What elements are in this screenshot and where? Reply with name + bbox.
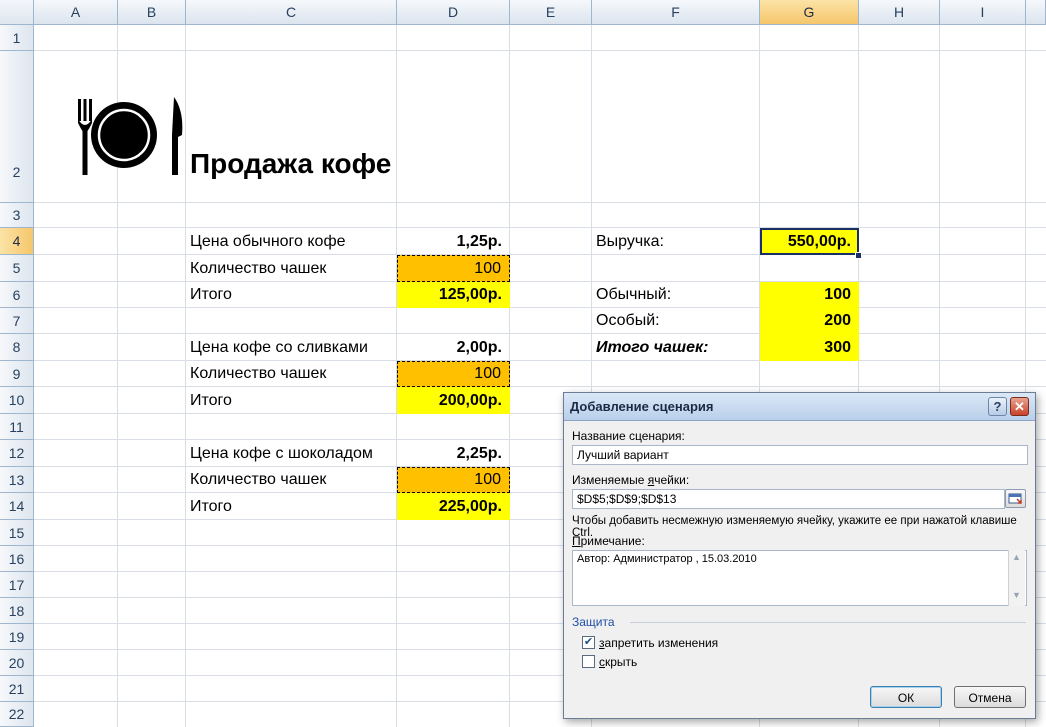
cell-c8[interactable]: Цена кофе со сливками xyxy=(186,334,397,361)
ok-button[interactable]: ОК xyxy=(870,686,942,708)
row-header-3[interactable]: 3 xyxy=(0,203,34,228)
cell-d10[interactable]: 200,00р. xyxy=(397,387,510,414)
cell-d6[interactable]: 125,00р. xyxy=(397,282,510,308)
row-header-22[interactable]: 22 xyxy=(0,702,34,727)
comment-scrollbar[interactable]: ▲ ▼ xyxy=(1008,550,1025,606)
cell-f6[interactable]: Обычный: xyxy=(592,282,760,308)
row-header-9[interactable]: 9 xyxy=(0,361,34,387)
cell-g4-active[interactable]: 550,00р. xyxy=(760,228,859,255)
checkmark-icon: ✔ xyxy=(583,636,594,648)
row-header-12[interactable]: 12 xyxy=(0,440,34,467)
dialog-title: Добавление сценария xyxy=(570,399,714,414)
row-header-4[interactable]: 4 xyxy=(0,228,34,255)
cell-d4[interactable]: 1,25р. xyxy=(397,228,510,255)
cell-d13[interactable]: 100 xyxy=(397,467,510,493)
row-header-2[interactable]: 2 xyxy=(0,51,34,203)
column-header-c[interactable]: C xyxy=(186,0,397,25)
column-header-d[interactable]: D xyxy=(397,0,510,25)
cell-d5[interactable]: 100 xyxy=(397,255,510,282)
cell-c10[interactable]: Итого xyxy=(186,387,397,414)
cell-d8[interactable]: 2,00р. xyxy=(397,334,510,361)
row-header-5[interactable]: 5 xyxy=(0,255,34,282)
cell-c6[interactable]: Итого xyxy=(186,282,397,308)
changing-cells-label: Изменяемые ячейки: xyxy=(572,473,690,487)
gridline xyxy=(34,50,1046,51)
row-header-13[interactable]: 13 xyxy=(0,467,34,493)
row-header-18[interactable]: 18 xyxy=(0,598,34,624)
cell-c5[interactable]: Количество чашек xyxy=(186,255,397,282)
row-header-8[interactable]: 8 xyxy=(0,334,34,361)
scenario-name-input[interactable] xyxy=(572,445,1028,465)
cell-d12[interactable]: 2,25р. xyxy=(397,440,510,467)
column-header-g[interactable]: G xyxy=(760,0,859,25)
cell-c12[interactable]: Цена кофе с шоколадом xyxy=(186,440,397,467)
cell-f8[interactable]: Итого чашек: xyxy=(592,334,760,361)
row-header-15[interactable]: 15 xyxy=(0,520,34,546)
cell-c14[interactable]: Итого xyxy=(186,493,397,520)
sheet-title[interactable]: Продажа кофе xyxy=(190,148,391,180)
changing-cells-input[interactable] xyxy=(572,489,1005,509)
fill-handle[interactable] xyxy=(855,252,862,259)
comment-text: Автор: Администратор , 15.03.2010 xyxy=(577,553,757,565)
cell-c9[interactable]: Количество чашек xyxy=(186,361,397,387)
row-header-21[interactable]: 21 xyxy=(0,676,34,702)
help-button[interactable]: ? xyxy=(988,397,1007,416)
column-header-b[interactable]: B xyxy=(118,0,186,25)
row-header-17[interactable]: 17 xyxy=(0,572,34,598)
cell-f7[interactable]: Особый: xyxy=(592,308,760,334)
cell-g8[interactable]: 300 xyxy=(760,334,859,361)
column-header-h[interactable]: H xyxy=(859,0,940,25)
row-header-20[interactable]: 20 xyxy=(0,650,34,676)
prevent-changes-label[interactable]: запретить изменения xyxy=(599,636,718,650)
scenario-name-label: Название сценария: xyxy=(572,429,685,443)
dialog-titlebar[interactable]: Добавление сценария ? ✕ xyxy=(564,393,1035,421)
row-header-10[interactable]: 10 xyxy=(0,387,34,414)
cell-f4[interactable]: Выручка: xyxy=(592,228,760,255)
hide-checkbox[interactable] xyxy=(582,655,595,668)
column-header-a[interactable]: A xyxy=(34,0,118,25)
column-header-i[interactable]: I xyxy=(940,0,1026,25)
scroll-down-icon[interactable]: ▼ xyxy=(1012,590,1021,600)
prevent-changes-checkbox[interactable]: ✔ xyxy=(582,636,595,649)
column-header-e[interactable]: E xyxy=(510,0,592,25)
protection-group-label: Защита xyxy=(572,615,615,629)
cell-c4[interactable]: Цена обычного кофе xyxy=(186,228,397,255)
select-all-corner[interactable] xyxy=(0,0,34,25)
cell-d9[interactable]: 100 xyxy=(397,361,510,387)
cell-c13[interactable]: Количество чашек xyxy=(186,467,397,493)
comment-label: Примечание: xyxy=(572,534,645,548)
group-divider xyxy=(630,622,1026,623)
cell-d14[interactable]: 225,00р. xyxy=(397,493,510,520)
hide-label[interactable]: скрыть xyxy=(599,655,637,669)
close-button[interactable]: ✕ xyxy=(1010,397,1029,416)
scroll-up-icon[interactable]: ▲ xyxy=(1012,552,1021,562)
gridline xyxy=(34,202,1046,203)
fork-plate-knife-icon[interactable] xyxy=(78,97,186,177)
row-header-7[interactable]: 7 xyxy=(0,308,34,334)
row-header-14[interactable]: 14 xyxy=(0,493,34,520)
column-header-f[interactable]: F xyxy=(592,0,760,25)
row-header-16[interactable]: 16 xyxy=(0,546,34,572)
cell-g6[interactable]: 100 xyxy=(760,282,859,308)
row-header-1[interactable]: 1 xyxy=(0,25,34,51)
add-scenario-dialog: Добавление сценария ? ✕ Название сценари… xyxy=(563,392,1036,719)
collapse-dialog-button[interactable] xyxy=(1005,489,1026,508)
cancel-button[interactable]: Отмена xyxy=(954,686,1026,708)
cell-g7[interactable]: 200 xyxy=(760,308,859,334)
row-header-19[interactable]: 19 xyxy=(0,624,34,650)
comment-textarea[interactable]: Автор: Администратор , 15.03.2010 xyxy=(572,550,1027,606)
range-select-icon xyxy=(1008,493,1022,504)
column-header-j[interactable] xyxy=(1026,0,1046,25)
row-header-11[interactable]: 11 xyxy=(0,414,34,440)
row-header-6[interactable]: 6 xyxy=(0,282,34,308)
